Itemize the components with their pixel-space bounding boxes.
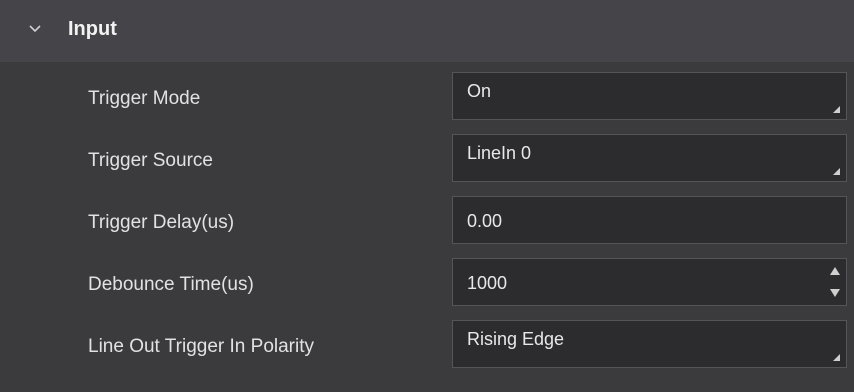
trigger-mode-label: Trigger Mode [88, 88, 201, 109]
dropdown-grip-icon [833, 106, 840, 113]
spin-buttons[interactable] [828, 263, 842, 301]
trigger-source-select[interactable]: LineIn 0 [452, 134, 847, 182]
dropdown-grip-icon [833, 168, 840, 175]
line-out-trigger-polarity-value: Rising Edge [467, 329, 565, 349]
trigger-source-label: Trigger Source [88, 150, 213, 171]
line-out-trigger-polarity-label: Line Out Trigger In Polarity [88, 336, 314, 357]
trigger-delay-value: 0.00 [467, 211, 503, 231]
dropdown-grip-icon [833, 354, 840, 361]
trigger-source-value: LineIn 0 [467, 143, 532, 163]
trigger-delay-input[interactable]: 0.00 [452, 196, 847, 244]
trigger-mode-value: On [467, 81, 492, 101]
spin-up-icon[interactable] [830, 267, 840, 275]
debounce-time-value: 1000 [467, 273, 508, 293]
trigger-mode-select[interactable]: On [452, 72, 847, 120]
debounce-time-label: Debounce Time(us) [88, 274, 254, 295]
trigger-delay-label: Trigger Delay(us) [88, 212, 235, 233]
line-out-trigger-polarity-select[interactable]: Rising Edge [452, 320, 847, 368]
spin-down-icon[interactable] [830, 289, 840, 297]
section-title: Input [68, 18, 117, 40]
chevron-down-icon[interactable] [29, 23, 41, 35]
section-header-input[interactable]: Input [0, 0, 854, 62]
debounce-time-input[interactable]: 1000 [452, 258, 847, 306]
properties-panel: Input Trigger Mode On Trigger Source Lin… [0, 0, 854, 392]
